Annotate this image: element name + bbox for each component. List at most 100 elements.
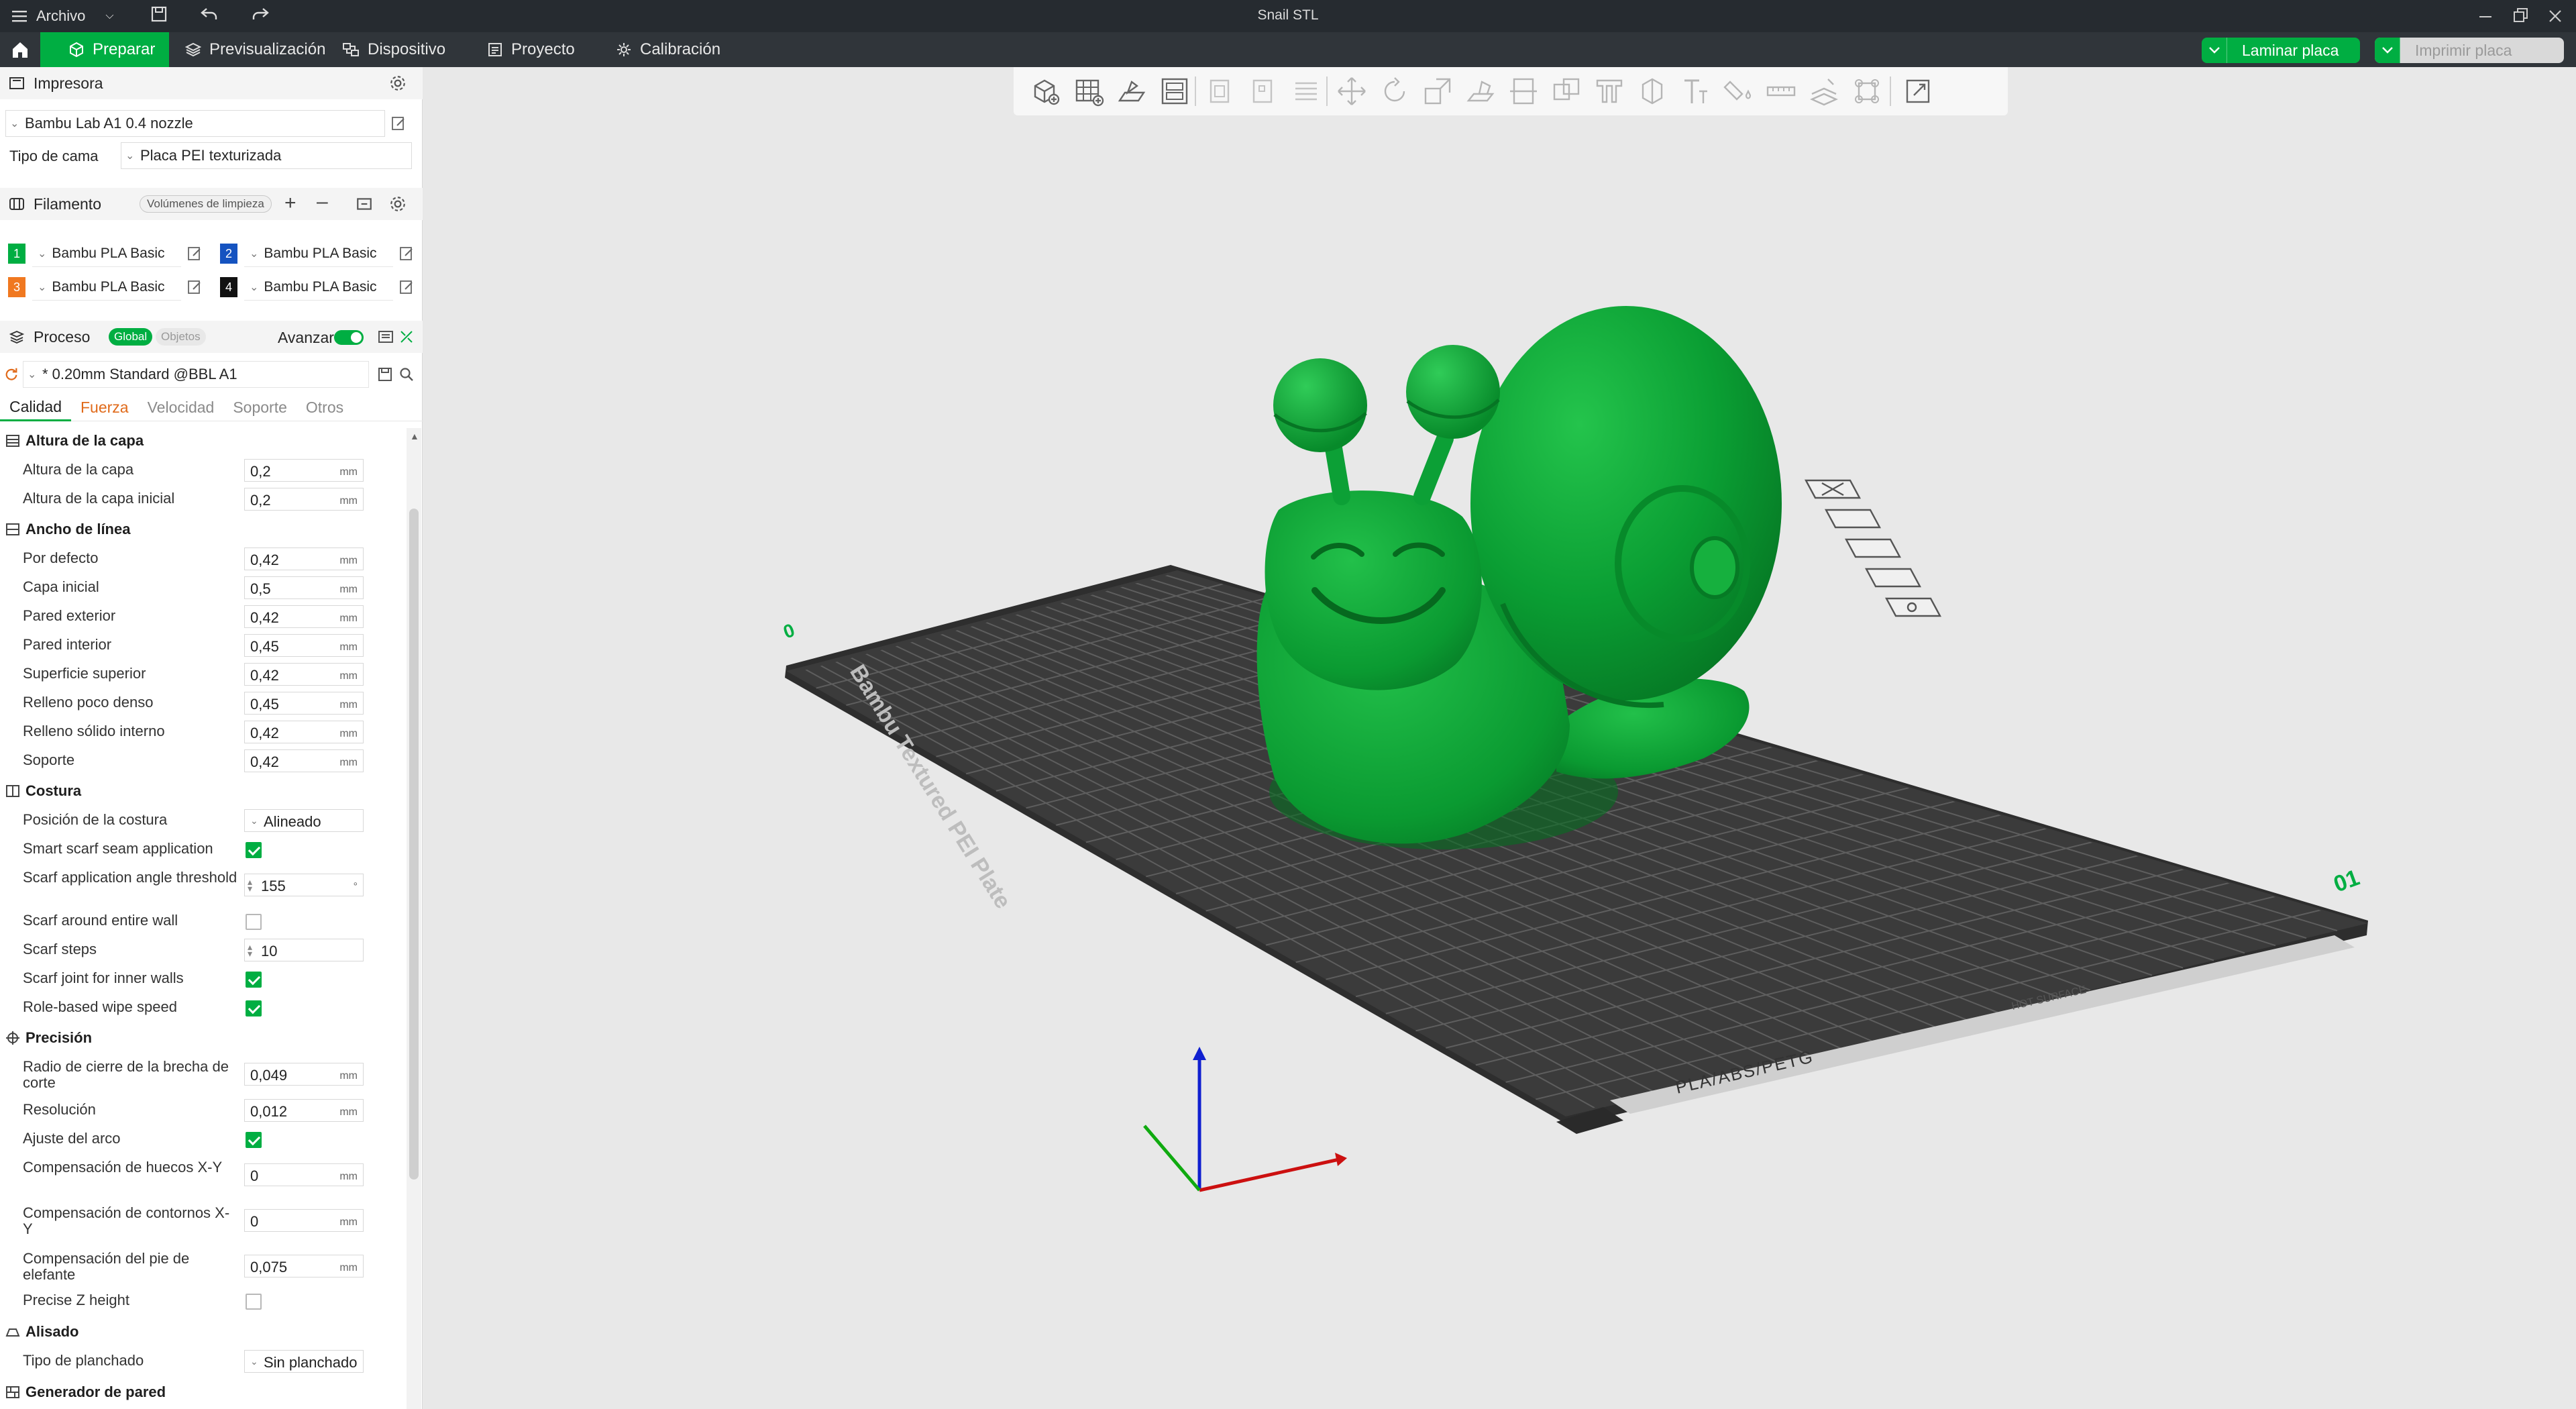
gap-closing-radius-input[interactable]: 0,049 mm [244,1063,364,1086]
subtab-quality[interactable]: Calidad [0,395,71,421]
filament-slot-1-number[interactable]: 1 [8,244,25,264]
spinner-icon[interactable]: ▴ ▾ [248,942,252,958]
precise-z-checkbox[interactable] [246,1294,262,1310]
print-plate-button[interactable]: Imprimir placa [2375,38,2564,63]
reset-icon[interactable] [4,366,19,381]
edit-icon[interactable] [398,279,415,295]
tab-project[interactable]: Proyecto [487,32,575,67]
lw-outer-value: 0,42 [250,609,279,626]
process-preset-select[interactable]: ⌄ * 0.20mm Standard @BBL A1 [23,361,369,388]
param-scarf-angle-label: Scarf application angle threshold [23,869,237,886]
tab-calibration[interactable]: Calibración [616,32,720,67]
group-ironing-title: Alisado [25,1323,79,1340]
search-icon[interactable] [398,366,415,382]
lw-initial-input[interactable]: 0,5 mm [244,576,364,599]
tab-prepare[interactable]: Preparar [40,32,169,67]
group-seam: Costura [5,782,81,800]
filament-slot-2-select[interactable]: ⌄ Bambu PLA Basic [244,240,393,267]
build-plate-scene[interactable]: PLA/ABS/PETG HOT SURFACE Bambu Textured … [423,67,2576,1409]
scarf-angle-input[interactable]: ▴ ▾ 155 ° [244,874,364,896]
scarf-entire-wall-checkbox[interactable] [246,914,262,930]
orient-plate-icon[interactable] [1844,538,1902,558]
subtab-others[interactable]: Otros [297,395,353,421]
title-bar: Archivo ⌵ Snail STL [0,0,2576,32]
edit-icon[interactable] [398,246,415,262]
lw-support-input[interactable]: 0,42 mm [244,749,364,772]
remove-icon[interactable]: – [317,191,328,213]
param-ironing-type-label: Tipo de planchado [23,1352,144,1369]
objects-toggle[interactable]: Objetos [156,328,206,346]
slice-plate-button[interactable]: Laminar placa [2202,38,2360,63]
initial-layer-height-input[interactable]: 0,2 mm [244,488,364,511]
filament-slot-3-select[interactable]: ⌄ Bambu PLA Basic [32,274,181,301]
arrange-plate-icon[interactable] [1824,509,1882,529]
role-wipe-speed-checkbox[interactable] [246,1000,262,1016]
elephant-foot-input[interactable]: 0,075 mm [244,1255,364,1277]
layer-height-input[interactable]: 0,2 mm [244,459,364,482]
3d-viewport[interactable]: PLA/ABS/PETG HOT SURFACE Bambu Textured … [423,67,2576,1409]
unit-label: mm [339,1070,358,1082]
save-preset-icon[interactable] [377,366,393,382]
minimize-icon[interactable] [2478,4,2494,28]
list-view-icon[interactable] [377,329,394,345]
lw-outer-input[interactable]: 0,42 mm [244,605,364,628]
filament-slot-2-number[interactable]: 2 [220,244,237,264]
plate-controls [1804,479,1942,617]
gap-closing-radius-value: 0,049 [250,1067,288,1084]
lock-plate-icon[interactable] [1864,568,1922,588]
scarf-steps-input[interactable]: ▴ ▾ 10 [244,939,364,961]
scroll-up-icon[interactable]: ▲ [410,431,419,441]
filament-slot-3-number[interactable]: 3 [8,277,25,297]
xy-contour-compensation-input[interactable]: 0 mm [244,1209,364,1232]
gear-icon[interactable] [389,195,407,213]
add-icon[interactable]: + [284,192,297,215]
xy-contour-compensation-value: 0 [250,1213,259,1230]
edit-icon[interactable] [186,246,203,262]
subtab-speed[interactable]: Velocidad [138,395,224,421]
scrollbar-thumb[interactable] [409,509,419,1180]
edit-icon[interactable] [186,279,203,295]
lw-sparse-input[interactable]: 0,45 mm [244,692,364,715]
printer-select[interactable]: ⌄ Bambu Lab A1 0.4 nozzle [5,110,385,137]
subtab-support[interactable]: Soporte [223,395,297,421]
spinner-icon[interactable]: ▴ ▾ [248,877,252,893]
filament-slot-4-select[interactable]: ⌄ Bambu PLA Basic [244,274,393,301]
gear-icon[interactable] [389,74,407,92]
chevron-down-icon[interactable] [2202,38,2227,63]
tab-preview[interactable]: Previsualización [185,32,325,67]
bed-type-select[interactable]: ⌄ Placa PEI texturizada [121,142,412,169]
lw-default-input[interactable]: 0,42 mm [244,547,364,570]
plate-settings-icon[interactable] [1884,597,1942,617]
chevron-down-icon[interactable] [2375,38,2400,63]
advanced-switch[interactable] [334,330,364,345]
ironing-type-select[interactable]: ⌄ Sin planchado [244,1350,364,1373]
home-icon[interactable] [10,40,30,60]
global-toggle[interactable]: Global [109,328,153,346]
param-lw-top: Superficie superior 0,42 mm [23,663,398,686]
filament-slot-4-number[interactable]: 4 [220,277,237,297]
edit-icon[interactable] [390,115,407,132]
param-layer-height: Altura de la capa 0,2 mm [23,459,398,482]
unit-label: mm [339,728,358,739]
home-button[interactable] [0,32,40,67]
smart-scarf-checkbox[interactable] [246,842,262,858]
seam-position-select[interactable]: ⌄ Alineado [244,809,364,832]
tab-project-label: Proyecto [511,40,575,58]
subtab-strength[interactable]: Fuerza [71,395,138,421]
lw-inner-input[interactable]: 0,45 mm [244,634,364,657]
tab-device[interactable]: Dispositivo [342,32,445,67]
scarf-inner-walls-checkbox[interactable] [246,972,262,988]
lw-solid-input[interactable]: 0,42 mm [244,721,364,743]
settings-scrollbar[interactable]: ▲ ▼ [407,428,421,1409]
lw-top-input[interactable]: 0,42 mm [244,663,364,686]
flush-volumes-button[interactable]: Volúmenes de limpieza [140,195,272,213]
restore-icon[interactable] [2513,4,2529,28]
resolution-input[interactable]: 0,012 mm [244,1099,364,1122]
compare-icon[interactable] [398,329,415,345]
arc-fitting-checkbox[interactable] [246,1132,262,1148]
close-icon[interactable] [2548,4,2564,28]
filament-slot-1-select[interactable]: ⌄ Bambu PLA Basic [32,240,181,267]
param-elephant-foot-label: Compensación del pie de elefante [23,1250,190,1283]
xy-hole-compensation-input[interactable]: 0 mm [244,1163,364,1186]
sync-icon[interactable] [356,195,373,213]
